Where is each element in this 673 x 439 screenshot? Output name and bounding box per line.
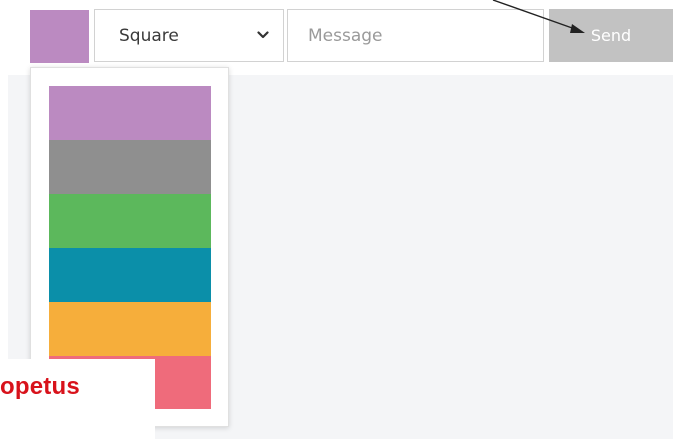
send-button[interactable]: Send bbox=[549, 9, 673, 62]
chevron-down-icon bbox=[257, 31, 269, 39]
shape-select-value: Square bbox=[119, 26, 179, 46]
shape-select[interactable]: Square bbox=[94, 9, 284, 62]
color-picker-button[interactable] bbox=[30, 10, 89, 63]
color-option-orange[interactable] bbox=[49, 302, 211, 356]
logo-panel: opetus bbox=[0, 359, 155, 439]
color-option-purple[interactable] bbox=[49, 86, 211, 140]
logo-text: opetus bbox=[0, 373, 80, 400]
color-option-teal[interactable] bbox=[49, 248, 211, 302]
color-option-green[interactable] bbox=[49, 194, 211, 248]
message-input[interactable] bbox=[287, 9, 544, 62]
color-option-gray[interactable] bbox=[49, 140, 211, 194]
